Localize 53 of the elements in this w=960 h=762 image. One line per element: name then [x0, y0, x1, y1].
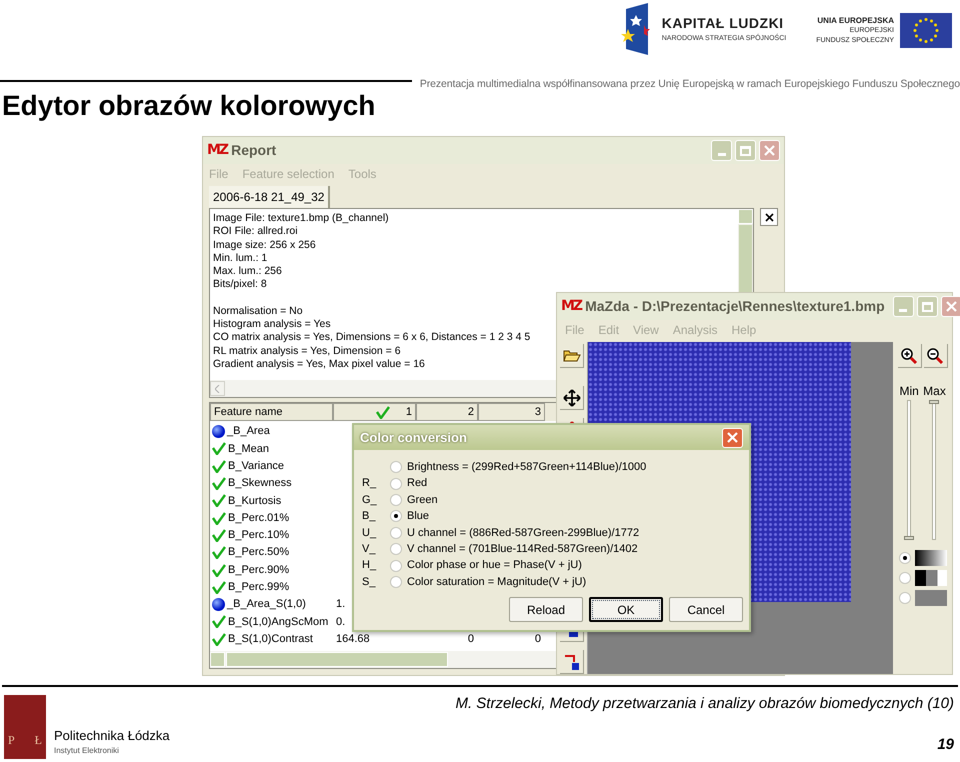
feature-name: B_S(1,0)Contrast	[228, 632, 313, 647]
feature-name: B_Skewness	[228, 476, 292, 492]
table-cell-text: 0.	[335, 614, 346, 630]
feature-name: B_Perc.01%	[228, 510, 290, 526]
channel-prefix: U_	[362, 526, 376, 539]
report-line: Max. lum.: 256	[213, 265, 282, 278]
report-line: Bits/pixel: 8	[213, 278, 267, 292]
channel-prefix: R_	[362, 477, 376, 490]
feature-name: B_Perc.99%	[228, 580, 290, 596]
channel-prefix: G_	[362, 494, 377, 506]
department-name: Instytut Elektroniki	[54, 745, 120, 757]
report-line: Image size: 256 x 256	[213, 238, 316, 252]
feature-name: _B_Area_S(1,0)	[227, 597, 306, 612]
feature-name: B_Mean	[228, 442, 269, 457]
slide-title: Edytor obrazów kolorowych	[2, 90, 376, 122]
channel-prefix: B_	[362, 510, 376, 522]
institution-name: Politechnika Łódzka	[54, 726, 170, 744]
table-cell-text: 0	[534, 632, 542, 647]
citation: M. Strzelecki, Metody przetwarzania i analizy obrazów biomedycznych (10)	[455, 694, 954, 714]
report-line: Gradient analysis = Yes, Max pixel value = 16	[213, 358, 425, 372]
report-line: Min. lum.: 1	[213, 252, 268, 266]
report-line: Histogram analysis = Yes	[213, 318, 331, 332]
page-number: 19	[937, 734, 954, 754]
slider-label: Min	[899, 384, 919, 398]
report-line: Image File: texture1.bmp (B_channel)	[213, 212, 389, 226]
feature-name: _B_Area	[227, 424, 270, 440]
table-cell-text: 1.	[335, 597, 346, 612]
window-title: Report	[231, 141, 276, 160]
app-logo: MZ	[561, 297, 582, 316]
window-title: MaZda - D:\Prezentacje\Rennes\texture1.bmp	[585, 297, 885, 316]
feature-name: B_Perc.50%	[228, 545, 290, 560]
dialog-title: Color conversion	[360, 428, 467, 447]
logo-letter: Ł	[34, 732, 42, 749]
table-cell-text: 0	[466, 632, 475, 647]
feature-name: B_Variance	[228, 458, 284, 474]
feature-name: B_S(1,0)AngScMom	[228, 614, 328, 630]
report-line: ROI File: allred.roi	[213, 225, 298, 239]
cofinancing-note: Prezentacja multimedialna współfinansowana przez Unię Europejską w ramach Europejskiego Funduszu Społecznego	[420, 77, 960, 92]
report-line: RL matrix analysis = Yes, Dimension = 6	[213, 344, 401, 358]
report-line: Normalisation = No	[213, 304, 303, 318]
feature-name: B_Kurtosis	[228, 494, 282, 509]
channel-prefix: S_	[362, 576, 376, 588]
report-line: CO matrix analysis = Yes, Dimensions = 6 x 6, Distances = 1 2 3 4 5	[213, 331, 530, 345]
channel-prefix: H_	[362, 559, 376, 572]
logo-letter: P	[8, 732, 15, 749]
logo-name: KAPITAŁ LUDZKI	[662, 14, 785, 34]
feature-name: B_Perc.10%	[228, 528, 290, 544]
app-logo: MZ	[207, 141, 228, 160]
slider-label: Max	[923, 384, 946, 398]
feature-name: B_Perc.90%	[228, 562, 290, 578]
table-cell-text: 164.68	[335, 632, 371, 647]
logo-text: UNIA EUROPEJSKA	[817, 16, 894, 26]
channel-prefix: V_	[362, 542, 376, 555]
